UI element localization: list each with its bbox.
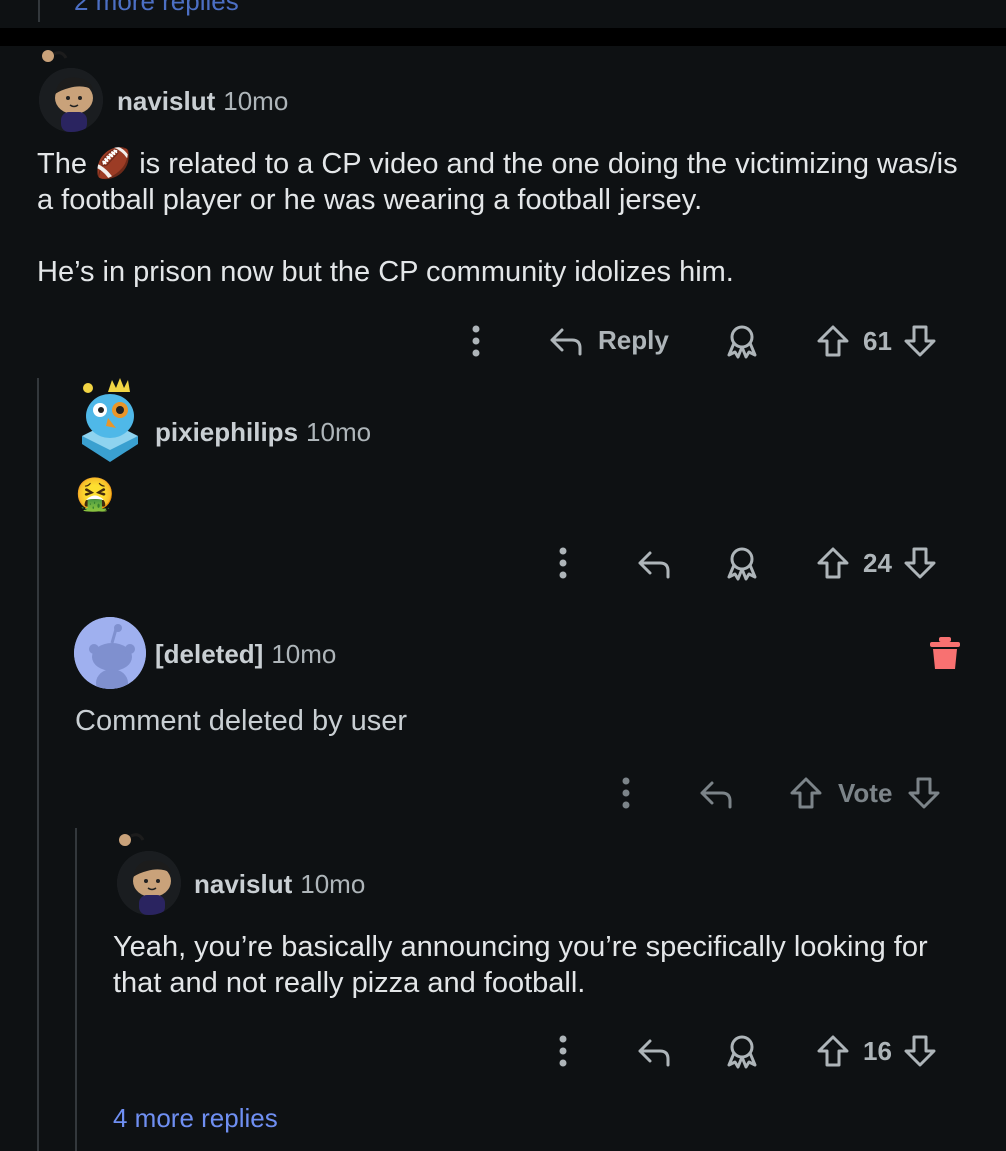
award-button[interactable] (723, 1033, 761, 1069)
vote-control: 24 (815, 545, 938, 581)
award-button[interactable] (723, 323, 761, 359)
reply-arrow-icon (700, 781, 732, 809)
username: [deleted] (155, 639, 264, 669)
more-vertical-icon (622, 777, 630, 809)
comment-author[interactable]: navislut 10mo (117, 86, 288, 117)
deleted-snoo-avatar-icon (74, 617, 146, 689)
comment-body: Comment deleted by user (75, 705, 408, 737)
more-vertical-icon (559, 547, 567, 579)
comment-paragraph: He’s in prison now but the CP community … (37, 256, 734, 288)
comment-age: 10mo (300, 869, 366, 899)
trash-icon (930, 637, 960, 669)
delete-button[interactable] (928, 635, 962, 676)
football-emoji: 🏈 (95, 148, 132, 180)
reply-button[interactable]: Reply (548, 322, 669, 358)
comment-body: The 🏈 is related to a CP video and the o… (37, 146, 967, 290)
vote-count: 24 (863, 547, 892, 578)
award-button[interactable] (723, 545, 761, 581)
more-options-button[interactable] (553, 545, 573, 581)
thread-line-level2 (75, 828, 77, 1151)
comment-body: 🤮 (75, 476, 115, 512)
reply-arrow-icon (550, 328, 582, 356)
award-icon (727, 1035, 757, 1069)
more-options-button[interactable] (616, 775, 636, 811)
comment-author[interactable]: navislut 10mo (194, 869, 365, 900)
avatar-antenna (40, 46, 70, 81)
username[interactable]: navislut (194, 869, 292, 899)
snoo-avatar-icon (117, 851, 181, 915)
comment-author: [deleted] 10mo (155, 639, 336, 670)
comment-paragraph: The 🏈 is related to a CP video and the o… (37, 146, 967, 218)
downvote-icon[interactable] (902, 323, 938, 359)
comment-age: 10mo (223, 86, 289, 116)
vote-control: 16 (815, 1033, 938, 1069)
username[interactable]: pixiephilips (155, 417, 298, 447)
downvote-icon[interactable] (902, 545, 938, 581)
username[interactable]: navislut (117, 86, 215, 116)
vote-count: 16 (863, 1035, 892, 1066)
more-replies-link[interactable]: 4 more replies (113, 1103, 278, 1134)
reply-label[interactable]: Reply (598, 325, 669, 356)
upvote-icon[interactable] (815, 1033, 851, 1069)
vote-control: 61 (815, 323, 938, 359)
upvote-icon[interactable] (815, 545, 851, 581)
award-icon (727, 547, 757, 581)
more-vertical-icon (559, 1035, 567, 1067)
user-avatar[interactable] (117, 851, 181, 915)
reply-arrow-icon (638, 551, 670, 579)
vote-count: 61 (863, 325, 892, 356)
thread-separator (0, 28, 1006, 46)
comment-age: 10mo (271, 639, 337, 669)
user-avatar (74, 617, 146, 689)
upvote-icon[interactable] (788, 775, 824, 811)
thread-line (38, 0, 40, 22)
comment-age: 10mo (306, 417, 372, 447)
vote-control: Vote (788, 775, 942, 811)
reply-button[interactable] (636, 1033, 672, 1069)
comment-text: The (37, 148, 96, 180)
reply-button[interactable] (698, 775, 734, 811)
more-options-button[interactable] (466, 323, 486, 359)
comment-body: Yeah, you’re basically announcing you’re… (113, 931, 928, 999)
comment-author[interactable]: pixiephilips 10mo (155, 417, 371, 448)
more-options-button[interactable] (553, 1033, 573, 1069)
reply-arrow-icon (638, 1039, 670, 1067)
reply-button[interactable] (636, 545, 672, 581)
downvote-icon[interactable] (902, 1033, 938, 1069)
previous-thread-tail: 2 more replies (0, 0, 1006, 28)
more-vertical-icon (472, 325, 480, 357)
vote-label: Vote (838, 777, 893, 808)
comment-text: is related to a CP video and the one doi… (37, 148, 958, 216)
previous-more-replies-link[interactable]: 2 more replies (74, 0, 239, 17)
upvote-icon[interactable] (815, 323, 851, 359)
blue-bird-crown-avatar-icon (82, 378, 138, 462)
downvote-icon[interactable] (906, 775, 942, 811)
award-icon (727, 325, 757, 359)
user-avatar[interactable] (78, 378, 142, 464)
thread-line-level1 (37, 378, 39, 1151)
